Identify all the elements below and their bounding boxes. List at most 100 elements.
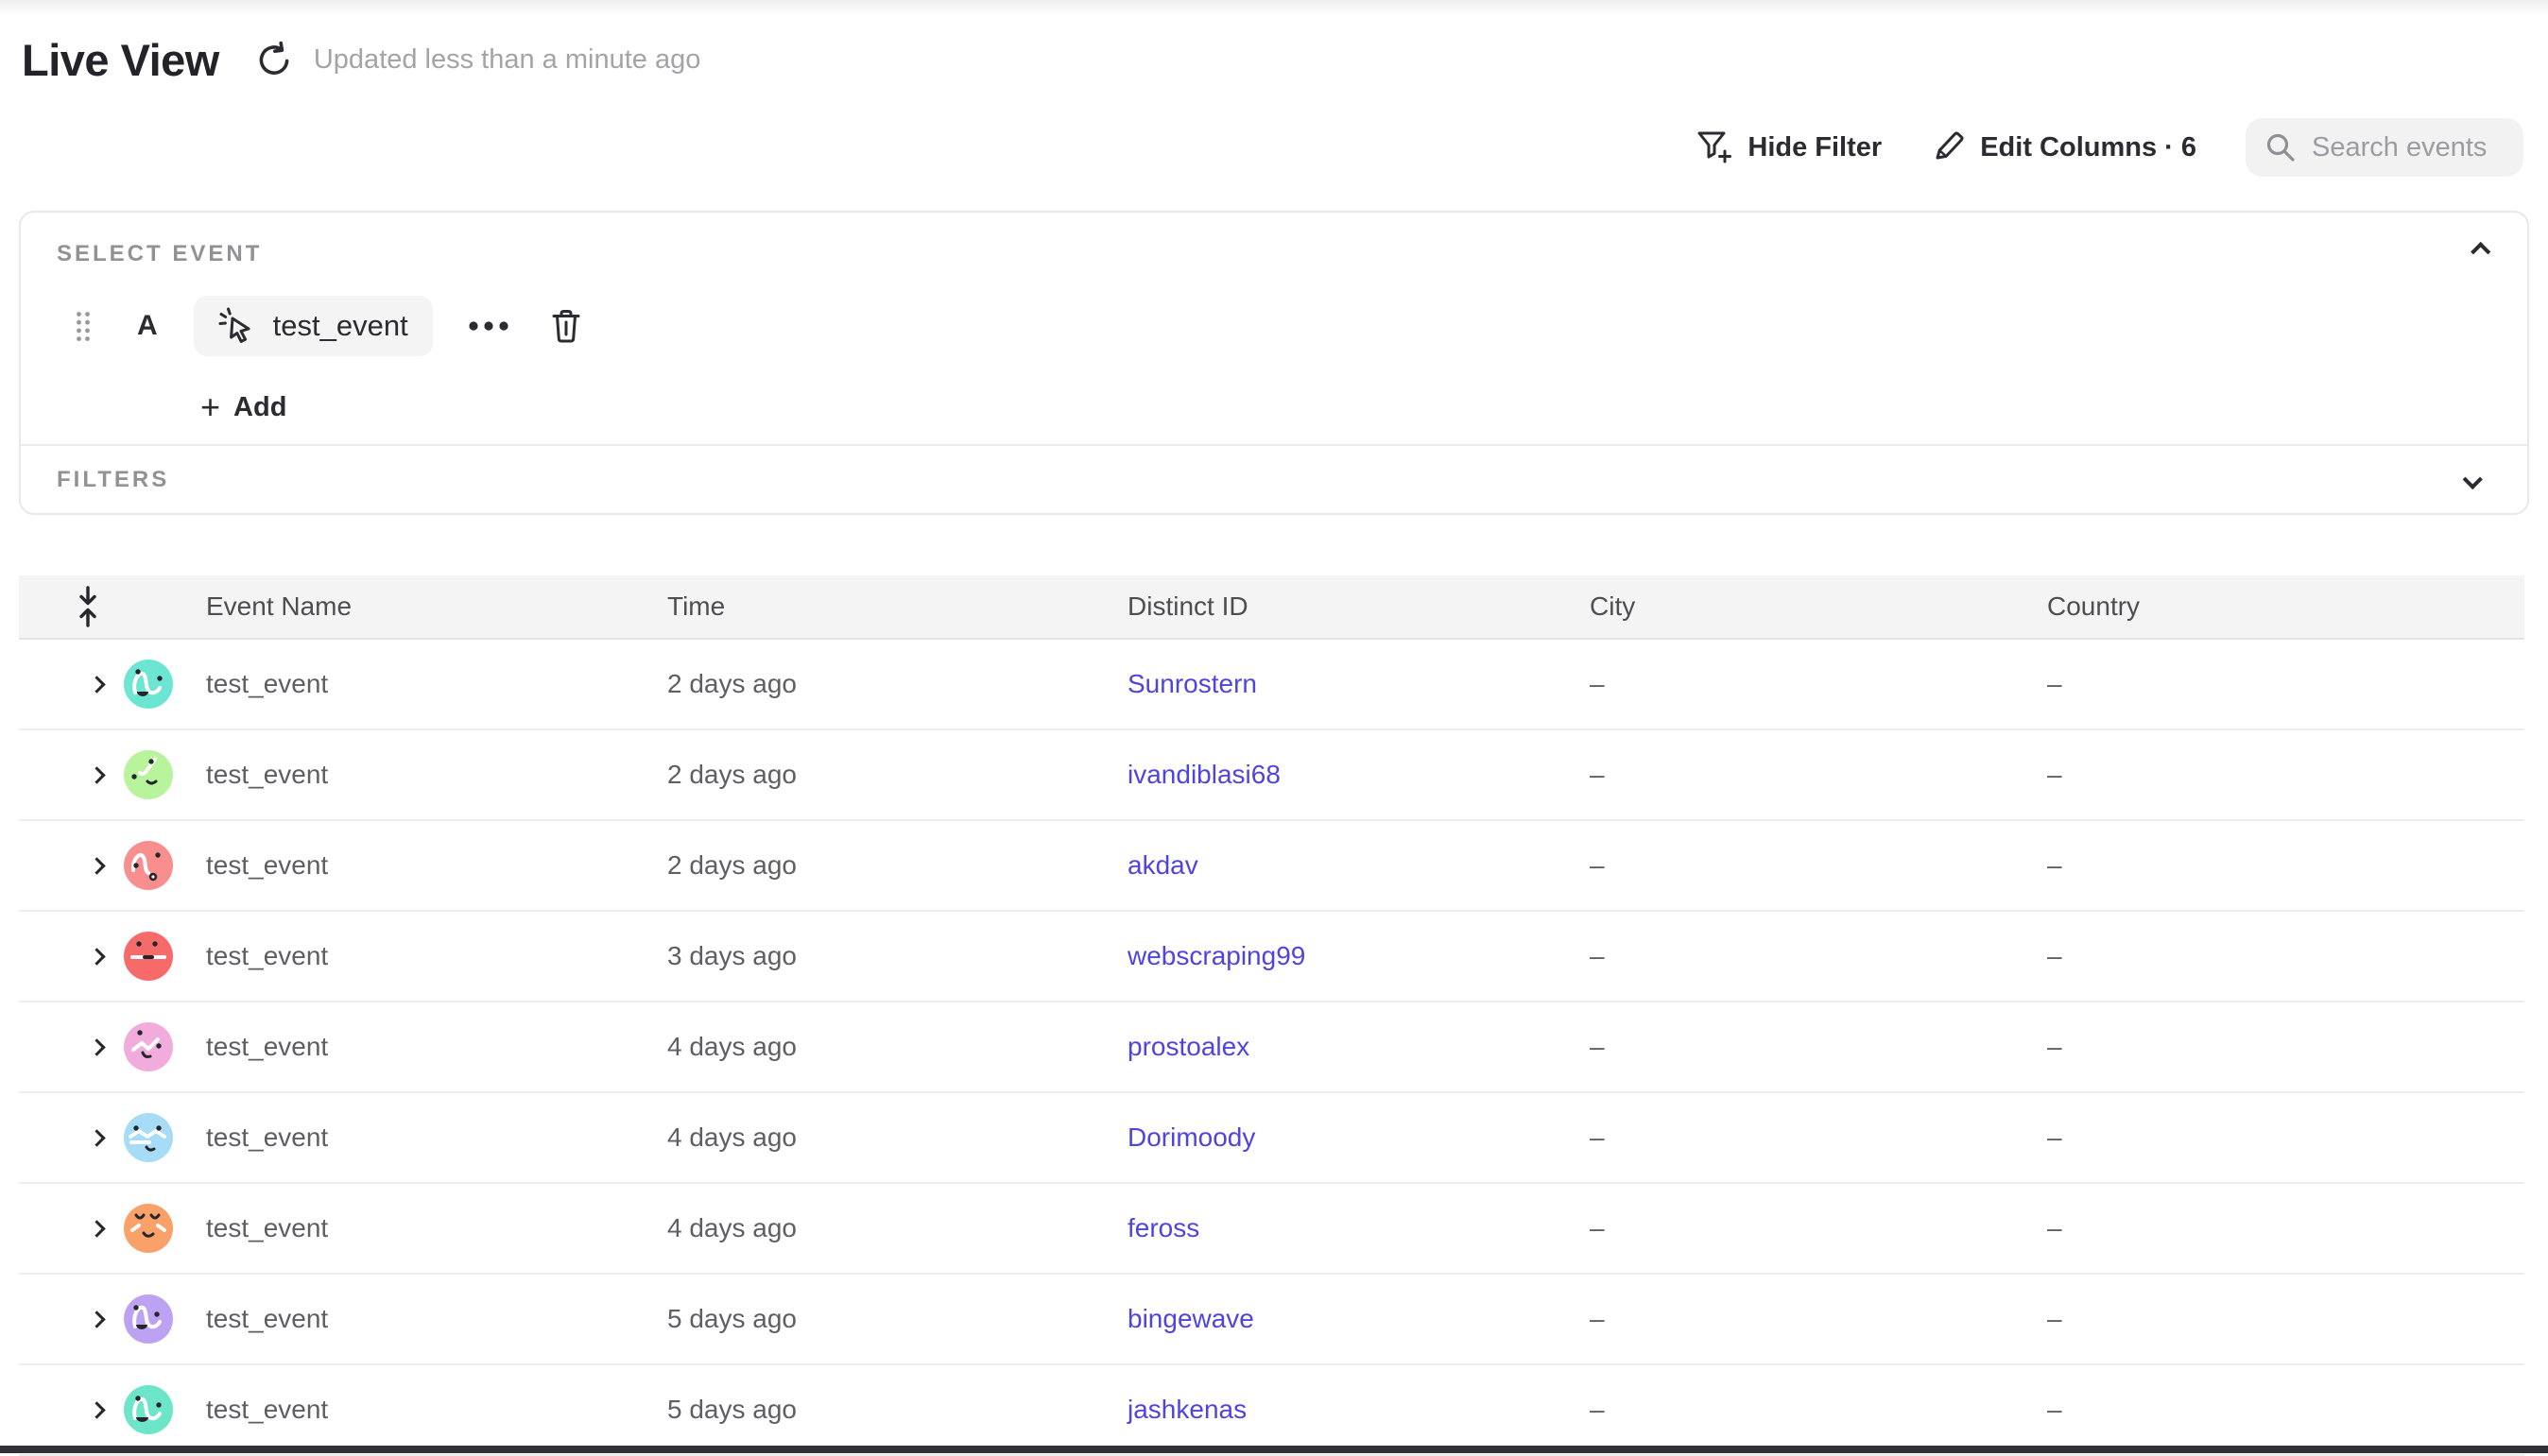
chevron-down-icon <box>2463 470 2483 489</box>
table-row: test_event 2 days ago ivandiblasi68 – – <box>19 730 2524 821</box>
distinct-id-link[interactable]: jashkenas <box>1128 1395 1247 1424</box>
refresh-button[interactable] <box>255 41 293 78</box>
table-row: test_event 5 days ago bingewave – – <box>19 1275 2524 1365</box>
country-cell: – <box>2047 941 2524 971</box>
user-avatar <box>124 1113 173 1162</box>
last-updated-text: Updated less than a minute ago <box>314 44 701 76</box>
distinct-id-link[interactable]: Dorimoody <box>1128 1122 1255 1152</box>
distinct-id-link[interactable]: webscraping99 <box>1128 941 1305 970</box>
edit-columns-button[interactable]: Edit Columns · 6 <box>1931 130 2196 164</box>
distinct-id-link[interactable]: prostoalex <box>1128 1032 1249 1061</box>
trash-icon[interactable] <box>552 309 580 344</box>
page-title: Live View <box>22 34 219 86</box>
event-name-cell: test_event <box>206 1032 667 1062</box>
distinct-id-link[interactable]: bingewave <box>1128 1304 1254 1333</box>
user-avatar <box>124 659 173 709</box>
search-input[interactable] <box>2312 132 2505 163</box>
country-cell: – <box>2047 1032 2524 1062</box>
collapse-rows-icon <box>72 584 104 629</box>
chevron-right-icon <box>88 676 105 693</box>
column-header-distinct-id: Distinct ID <box>1128 591 1590 622</box>
event-row: A test_event <box>57 296 2527 356</box>
search-icon <box>2264 131 2297 163</box>
expand-row-button[interactable] <box>19 1404 118 1416</box>
cursor-click-icon <box>218 306 256 346</box>
user-avatar <box>124 932 173 981</box>
top-scroll-fade <box>0 0 2548 13</box>
add-event-button[interactable]: + Add <box>200 390 286 424</box>
city-cell: – <box>1590 1032 2047 1062</box>
distinct-id-link[interactable]: akdav <box>1128 850 1198 880</box>
expand-row-button[interactable] <box>19 951 118 963</box>
column-header-event-name: Event Name <box>206 591 667 622</box>
table-row: test_event 4 days ago Dorimoody – – <box>19 1093 2524 1184</box>
hide-filter-label: Hide Filter <box>1747 132 1882 163</box>
chevron-right-icon <box>88 1129 105 1146</box>
chevron-right-icon <box>88 1310 105 1328</box>
event-name-cell: test_event <box>206 760 667 790</box>
filter-plus-icon <box>1696 130 1732 164</box>
country-cell: – <box>2047 1304 2524 1334</box>
filters-section[interactable]: FILTERS <box>57 446 2484 513</box>
time-cell: 4 days ago <box>667 1122 1128 1153</box>
distinct-id-link[interactable]: Sunrostern <box>1128 669 1257 698</box>
event-letter-label: A <box>137 310 158 342</box>
country-cell: – <box>2047 760 2524 790</box>
time-cell: 2 days ago <box>667 669 1128 699</box>
user-avatar <box>124 750 173 799</box>
time-cell: 2 days ago <box>667 760 1128 790</box>
expand-row-button[interactable] <box>19 678 118 691</box>
plus-icon: + <box>200 390 220 424</box>
country-cell: – <box>2047 1122 2524 1153</box>
chevron-right-icon <box>88 1038 105 1055</box>
filters-label: FILTERS <box>57 467 169 493</box>
bottom-edge-strip <box>0 1446 2548 1453</box>
pencil-icon <box>1931 130 1965 164</box>
user-avatar <box>124 1294 173 1344</box>
event-name-cell: test_event <box>206 941 667 971</box>
time-cell: 4 days ago <box>667 1213 1128 1243</box>
table-row: test_event 4 days ago feross – – <box>19 1184 2524 1275</box>
hide-filter-button[interactable]: Hide Filter <box>1696 130 1882 164</box>
user-avatar <box>124 1022 173 1071</box>
distinct-id-link[interactable]: ivandiblasi68 <box>1128 760 1281 789</box>
table-body: test_event 2 days ago Sunrostern – – tes… <box>19 640 2524 1456</box>
city-cell: – <box>1590 1395 2047 1425</box>
user-avatar <box>124 841 173 890</box>
collapse-select-event-button[interactable] <box>2470 245 2484 262</box>
time-cell: 4 days ago <box>667 1032 1128 1062</box>
column-header-time: Time <box>667 591 1128 622</box>
table-row: test_event 5 days ago jashkenas – – <box>19 1365 2524 1456</box>
table-row: test_event 2 days ago akdav – – <box>19 821 2524 912</box>
user-avatar <box>124 1204 173 1253</box>
table-row: test_event 4 days ago prostoalex – – <box>19 1002 2524 1093</box>
refresh-icon <box>255 41 293 78</box>
drag-handle-icon[interactable] <box>75 311 92 342</box>
expand-row-button[interactable] <box>19 1313 118 1326</box>
event-chip[interactable]: test_event <box>194 296 433 356</box>
collapse-rows-button[interactable] <box>19 584 118 629</box>
overflow-icon[interactable] <box>467 319 510 333</box>
search-box[interactable] <box>2246 118 2523 177</box>
add-button-label: Add <box>233 392 286 423</box>
event-name-cell: test_event <box>206 1122 667 1153</box>
query-panel: SELECT EVENT A <box>19 211 2529 515</box>
expand-row-button[interactable] <box>19 769 118 781</box>
column-header-country: Country <box>2047 591 2524 622</box>
expand-row-button[interactable] <box>19 860 118 872</box>
table-row: test_event 2 days ago Sunrostern – – <box>19 640 2524 730</box>
time-cell: 5 days ago <box>667 1304 1128 1334</box>
chevron-right-icon <box>88 1220 105 1237</box>
chevron-right-icon <box>88 1401 105 1418</box>
country-cell: – <box>2047 669 2524 699</box>
distinct-id-link[interactable]: feross <box>1128 1213 1199 1242</box>
expand-row-button[interactable] <box>19 1132 118 1144</box>
time-cell: 2 days ago <box>667 850 1128 881</box>
page-header: Live View Updated less than a minute ago <box>22 26 700 93</box>
event-name-cell: test_event <box>206 669 667 699</box>
expand-row-button[interactable] <box>19 1223 118 1235</box>
user-avatar <box>124 1385 173 1434</box>
expand-row-button[interactable] <box>19 1041 118 1053</box>
city-cell: – <box>1590 760 2047 790</box>
city-cell: – <box>1590 1122 2047 1153</box>
